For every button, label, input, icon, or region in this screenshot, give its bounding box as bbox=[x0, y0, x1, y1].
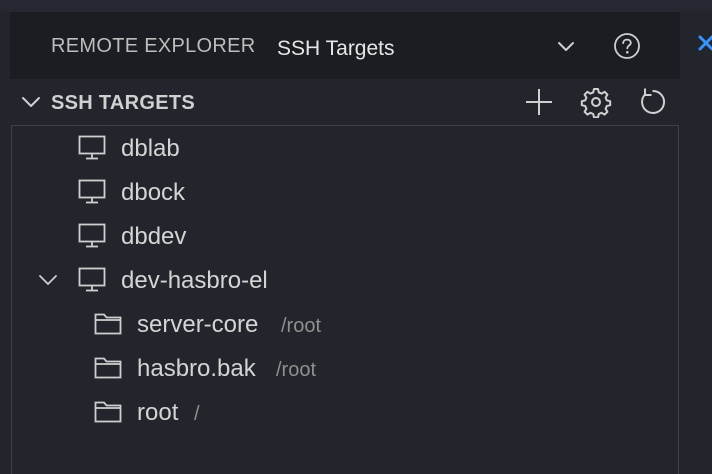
remote-explorer-view: REMOTE EXPLORER SSH Targets SSH TARGETS … bbox=[0, 0, 712, 474]
tree-row-host-expanded[interactable]: dev-hasbro-el bbox=[12, 258, 678, 302]
monitor-icon bbox=[78, 223, 106, 249]
host-label: dev-hasbro-el bbox=[121, 267, 268, 294]
ssh-targets-section-header[interactable]: SSH TARGETS bbox=[10, 80, 680, 124]
ssh-targets-tree: dblab dbock dbdev dev-hasbro-el server-c… bbox=[11, 125, 679, 474]
help-circle-icon bbox=[612, 31, 642, 61]
view-header: REMOTE EXPLORER SSH Targets bbox=[10, 12, 680, 79]
view-title: REMOTE EXPLORER bbox=[51, 35, 256, 57]
chevron-down-icon[interactable] bbox=[37, 268, 61, 292]
folder-icon bbox=[94, 399, 122, 425]
folder-path: / bbox=[194, 403, 200, 425]
chevron-down-icon[interactable] bbox=[19, 90, 43, 114]
section-title: SSH TARGETS bbox=[51, 92, 196, 114]
tree-row-host[interactable]: dbock bbox=[12, 170, 678, 214]
configure-button[interactable] bbox=[580, 86, 612, 118]
chevron-down-icon bbox=[554, 34, 578, 58]
tree-row-folder[interactable]: server-core /root bbox=[12, 302, 678, 346]
monitor-icon bbox=[78, 179, 106, 205]
tree-row-host[interactable]: dbdev bbox=[12, 214, 678, 258]
refresh-button[interactable] bbox=[636, 86, 668, 118]
top-strip bbox=[0, 0, 712, 12]
host-label: dbock bbox=[121, 179, 186, 206]
plus-icon bbox=[523, 86, 555, 118]
help-button[interactable] bbox=[612, 31, 642, 61]
gear-icon bbox=[580, 86, 612, 118]
monitor-icon bbox=[78, 135, 106, 161]
remote-type-dropdown[interactable]: SSH Targets bbox=[269, 24, 589, 68]
folder-icon bbox=[94, 355, 122, 381]
monitor-icon bbox=[78, 267, 106, 293]
close-icon[interactable] bbox=[694, 32, 712, 54]
host-label: dblab bbox=[121, 135, 180, 162]
dropdown-value: SSH Targets bbox=[277, 37, 395, 60]
folder-label: root bbox=[137, 399, 179, 426]
host-label: dbdev bbox=[121, 223, 187, 250]
tree-row-folder[interactable]: hasbro.bak /root bbox=[12, 346, 678, 390]
folder-path: /root bbox=[281, 315, 322, 337]
refresh-icon bbox=[636, 86, 668, 118]
tree-row-folder[interactable]: root / bbox=[12, 390, 678, 434]
folder-label: server-core bbox=[137, 311, 259, 338]
folder-label: hasbro.bak bbox=[137, 355, 256, 382]
add-target-button[interactable] bbox=[523, 86, 555, 118]
folder-icon bbox=[94, 311, 122, 337]
folder-path: /root bbox=[276, 359, 317, 381]
tree-row-host[interactable]: dblab bbox=[12, 126, 678, 170]
